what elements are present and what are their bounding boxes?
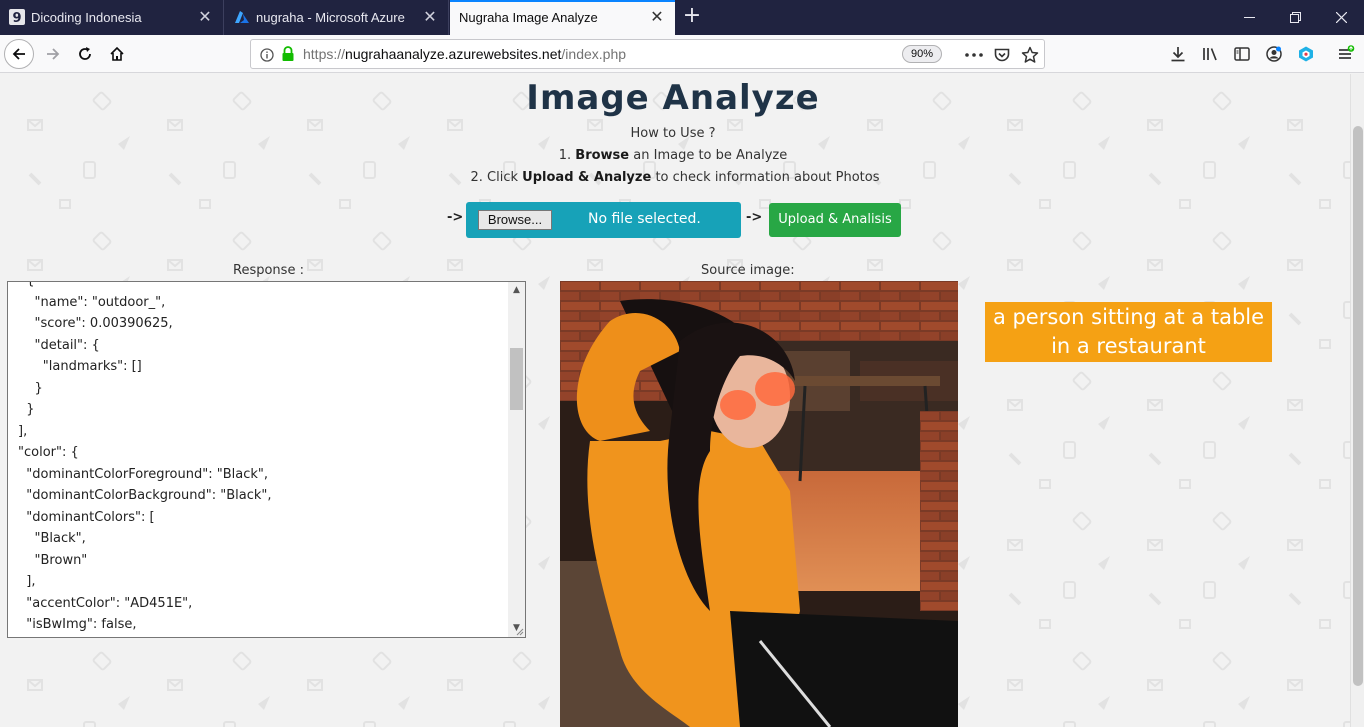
scroll-up-icon[interactable]: ▲ [508, 282, 525, 299]
instruction-step-2: 2. Click Upload & Analyze to check infor… [0, 170, 1350, 185]
close-icon[interactable]: ✕ [649, 9, 665, 25]
azure-icon [234, 9, 250, 25]
step-keyword: Browse [575, 148, 630, 163]
upload-analyze-button[interactable]: Upload & Analisis [769, 203, 901, 237]
step-number: 2. Click [470, 170, 519, 185]
sidebar-icon[interactable] [1232, 44, 1252, 64]
close-icon[interactable]: ✕ [197, 9, 213, 25]
url-scheme: https:// [303, 46, 346, 62]
new-tab-button[interactable]: + [680, 5, 704, 29]
arrow-label: -> [447, 210, 464, 225]
back-button[interactable] [4, 39, 34, 69]
page-scrollbar[interactable] [1350, 74, 1364, 727]
account-icon[interactable] [1264, 44, 1284, 64]
downloads-icon[interactable] [1168, 44, 1188, 64]
reload-icon [79, 47, 91, 60]
textarea-scrollbar[interactable]: ▲ ▼ [508, 282, 525, 637]
page-title: Image Analyze [526, 78, 820, 118]
step-keyword: Upload & Analyze [522, 170, 652, 185]
caption-badge: a person sitting at a table in a restaur… [985, 302, 1272, 362]
page-content: Image Analyze How to Use ? 1. Browse an … [0, 74, 1350, 727]
url-text[interactable]: https://nugrahaanalyze.azurewebsites.net… [303, 46, 626, 62]
svg-text:9: 9 [12, 11, 21, 25]
how-to-heading: How to Use ? [630, 126, 716, 141]
resize-grip-icon[interactable] [515, 627, 524, 636]
tab-label: nugraha - Microsoft Azure [256, 10, 405, 25]
response-label: Response : [233, 263, 304, 278]
step-text: an Image to be Analyze [633, 148, 788, 163]
page-scroll-thumb[interactable] [1353, 126, 1363, 686]
step-number: 1. [558, 148, 572, 163]
tab-azure[interactable]: nugraha - Microsoft Azure ✕ [225, 0, 449, 35]
page-actions-icon[interactable] [964, 45, 984, 65]
source-image-label: Source image: [701, 263, 795, 278]
tab-bar: 9 Dicoding Indonesia ✕ nugraha - Microso… [0, 0, 1364, 35]
menu-icon[interactable] [1336, 44, 1356, 64]
bookmark-star-icon[interactable] [1020, 45, 1040, 65]
forward-arrow-icon [47, 48, 60, 60]
navigation-toolbar: https://nugrahaanalyze.azurewebsites.net… [0, 35, 1364, 73]
library-icon[interactable] [1200, 44, 1220, 64]
response-textarea[interactable]: { "name": "outdoor_", "score": 0.0039062… [7, 281, 526, 638]
back-arrow-icon [12, 48, 25, 60]
tab-image-analyze[interactable]: Nugraha Image Analyze ✕ [450, 0, 675, 35]
home-button[interactable] [102, 39, 132, 69]
step-text: to check information about Photos [655, 170, 880, 185]
window-close-button[interactable] [1318, 0, 1364, 35]
tab-label: Dicoding Indonesia [31, 10, 142, 25]
forward-button[interactable] [38, 39, 68, 69]
browse-button[interactable]: Browse... [478, 210, 552, 230]
minimize-icon [1243, 17, 1255, 18]
tab-dicoding[interactable]: 9 Dicoding Indonesia ✕ [0, 0, 224, 35]
home-icon [110, 46, 124, 61]
url-path: /index.php [561, 46, 627, 62]
restore-button[interactable] [1272, 0, 1318, 35]
minimize-button[interactable] [1226, 0, 1272, 35]
scroll-thumb[interactable] [510, 348, 523, 410]
info-icon[interactable] [260, 47, 274, 62]
pocket-icon[interactable] [992, 45, 1012, 65]
extension-icon[interactable] [1296, 44, 1316, 64]
close-icon[interactable]: ✕ [422, 9, 438, 25]
dicoding-icon: 9 [9, 9, 25, 26]
file-input[interactable]: Browse... No file selected. [466, 202, 741, 238]
address-bar[interactable]: https://nugrahaanalyze.azurewebsites.net… [250, 39, 1045, 69]
file-status: No file selected. [588, 211, 701, 227]
restore-icon [1289, 12, 1301, 23]
response-json[interactable]: { "name": "outdoor_", "score": 0.0039062… [18, 282, 272, 636]
arrow-label: -> [746, 210, 763, 225]
zoom-indicator[interactable]: 90% [902, 45, 942, 63]
source-image [560, 281, 958, 727]
reload-button[interactable] [70, 39, 100, 69]
lock-icon[interactable] [281, 46, 295, 62]
url-host: nugrahaanalyze.azurewebsites.net [345, 46, 562, 62]
tab-label: Nugraha Image Analyze [459, 10, 598, 25]
close-icon [1335, 12, 1347, 23]
instruction-step-1: 1. Browse an Image to be Analyze [0, 148, 1346, 163]
